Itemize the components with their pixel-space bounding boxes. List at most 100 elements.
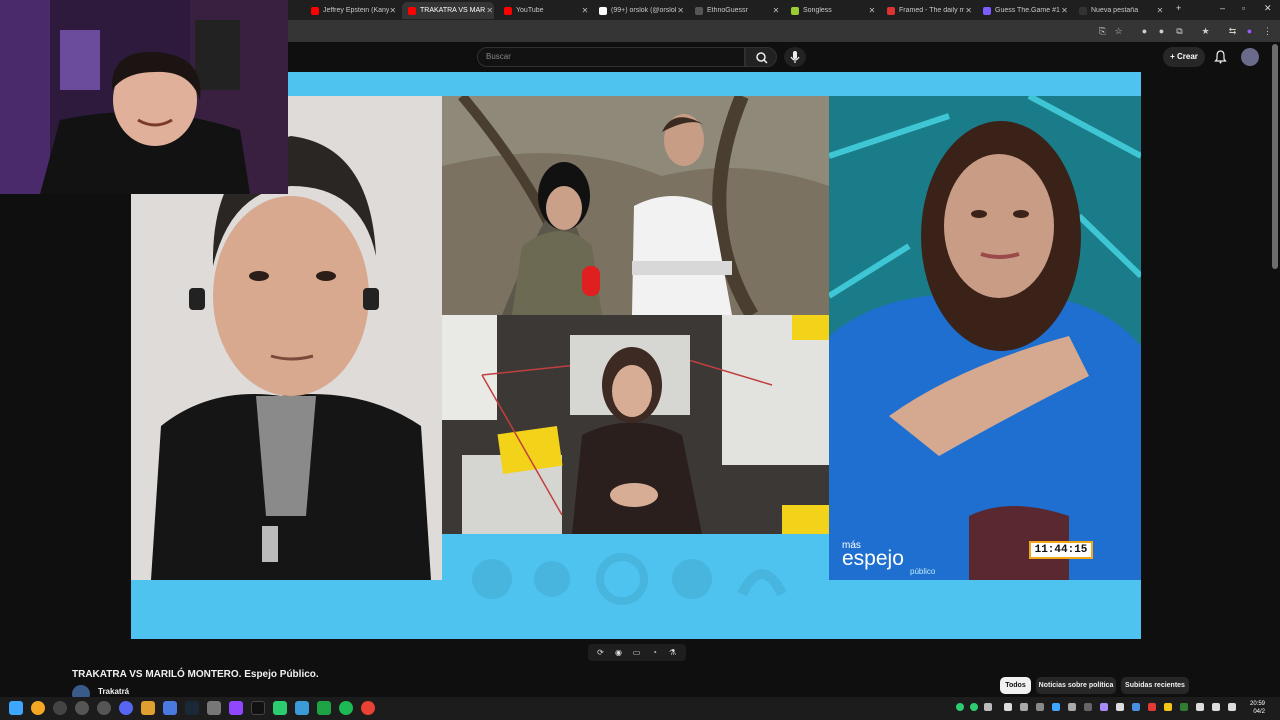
create-button[interactable]: + Crear [1163, 47, 1205, 67]
tray-icon[interactable] [1068, 703, 1076, 711]
browser-tab[interactable]: EthnoGuessr ✕ [689, 2, 781, 19]
extension-icon[interactable]: ● [1156, 26, 1167, 37]
app-icon[interactable] [163, 701, 177, 715]
close-window-icon[interactable]: ✕ [1264, 3, 1272, 14]
streamer-webcam [0, 0, 288, 194]
tray-icon[interactable] [1116, 703, 1124, 711]
tray-icon[interactable] [1164, 703, 1172, 711]
browser-tab[interactable]: Framed - The daily m…✕ [881, 2, 973, 19]
app-icon[interactable] [75, 701, 89, 715]
tab-favicon-icon [1079, 6, 1087, 15]
tab-favicon-icon [887, 6, 895, 15]
channel-name[interactable]: Trakatrá [98, 687, 129, 696]
tab-close-icon[interactable]: ✕ [676, 6, 685, 15]
app-icon[interactable] [119, 701, 133, 715]
lab-icon[interactable]: ⚗ [667, 647, 678, 658]
tiktok-icon[interactable] [251, 701, 265, 715]
browser-menu-icon[interactable]: ⋮ [1262, 26, 1273, 37]
app-icon[interactable] [317, 701, 331, 715]
browser-tab[interactable]: Guess The.Game #136✕ [977, 2, 1069, 19]
app-icon[interactable] [273, 701, 287, 715]
browser-tab[interactable]: YouTube ✕ [498, 2, 590, 19]
miniplayer-icon[interactable]: ▭ [631, 647, 642, 658]
tray-icon[interactable] [970, 703, 978, 711]
tab-close-icon[interactable]: ✕ [485, 6, 494, 15]
broadcast-clock: 11:44:15 [1029, 541, 1093, 559]
tray-icon[interactable] [1180, 703, 1188, 711]
page-scrollbar[interactable] [1272, 44, 1278, 269]
new-tab-icon[interactable]: + [1176, 3, 1181, 13]
speed-icon[interactable]: ◔ [649, 647, 660, 658]
tray-icon[interactable] [1004, 703, 1012, 711]
search-taskbar-icon[interactable] [31, 701, 45, 715]
reporter-scene [442, 96, 829, 315]
tray-icon[interactable] [1148, 703, 1156, 711]
extension-icon[interactable]: ● [1139, 26, 1150, 37]
tab-close-icon[interactable]: ✕ [771, 6, 781, 15]
app-icon[interactable] [229, 701, 243, 715]
tray-icon[interactable] [956, 703, 964, 711]
browser-tab[interactable]: TRAKATRA VS MARILÓ✕ [402, 2, 494, 19]
tab-label: Nueva pestaña [1091, 7, 1139, 14]
app-icon[interactable] [207, 701, 221, 715]
profile-icon[interactable]: ● [1244, 26, 1255, 37]
tray-icon[interactable] [1132, 703, 1140, 711]
search-button[interactable] [745, 47, 777, 67]
sidepanel-icon[interactable]: ⇆ [1227, 26, 1238, 37]
bookmarks-icon[interactable]: ★ [1200, 26, 1211, 37]
loop-icon[interactable]: ⟳ [595, 647, 606, 658]
browser-tab[interactable]: Jeffrey Epstein (Kanye…✕ [305, 2, 397, 19]
browser-tab[interactable]: Songless ✕ [785, 2, 877, 19]
tab-close-icon[interactable]: ✕ [1155, 6, 1165, 15]
app-icon[interactable] [141, 701, 155, 715]
app-icon[interactable] [97, 701, 111, 715]
taskbar-clock[interactable]: 20:59 04/2 [1250, 700, 1265, 716]
tab-favicon-icon [504, 6, 512, 15]
volume-icon[interactable] [1212, 703, 1220, 711]
minimize-icon[interactable]: – [1220, 3, 1225, 13]
tray-icon[interactable] [1020, 703, 1028, 711]
wifi-icon[interactable] [1196, 703, 1204, 711]
tab-favicon-icon [695, 6, 703, 15]
browser-tab[interactable]: Nueva pestaña ✕ [1073, 2, 1165, 19]
presenter-figure [829, 96, 1141, 580]
maximize-icon[interactable]: ▫ [1242, 3, 1245, 13]
browser-tab[interactable]: (99+) orslok (@orslok…✕ [593, 2, 685, 19]
chip-politics-news[interactable]: Noticias sobre política [1036, 677, 1116, 694]
tab-favicon-icon [408, 6, 416, 15]
extensions-puzzle-icon[interactable]: ⧉ [1174, 26, 1185, 37]
tray-icon[interactable] [1036, 703, 1044, 711]
app-icon[interactable] [53, 701, 67, 715]
decorative-shapes [472, 553, 787, 605]
tray-icon[interactable] [1100, 703, 1108, 711]
chip-all[interactable]: Todos [1000, 677, 1031, 694]
voice-search-button[interactable] [784, 47, 806, 67]
app-icon[interactable] [295, 701, 309, 715]
spotify-icon[interactable] [339, 701, 353, 715]
search-input[interactable]: Buscar [477, 47, 745, 67]
tab-favicon-icon [311, 6, 319, 15]
channel-logo: más espejo público [842, 540, 935, 576]
mic-icon [790, 51, 800, 63]
tray-icon[interactable] [1084, 703, 1092, 711]
webcam-figure [0, 0, 288, 194]
chrome-icon[interactable] [361, 701, 375, 715]
chip-recent-uploads[interactable]: Subidas recientes [1121, 677, 1189, 694]
tab-close-icon[interactable]: ✕ [389, 6, 397, 15]
tab-close-icon[interactable]: ✕ [580, 6, 590, 15]
tab-close-icon[interactable]: ✕ [1060, 6, 1069, 15]
tray-icon[interactable] [1052, 703, 1060, 711]
ambient-icon[interactable]: ◉ [613, 647, 624, 658]
steam-icon[interactable] [185, 701, 199, 715]
windows-start-icon[interactable] [9, 701, 23, 715]
account-avatar[interactable] [1241, 48, 1259, 66]
bookmark-star-icon[interactable]: ☆ [1113, 26, 1124, 37]
tab-favicon-icon [599, 6, 607, 15]
install-app-icon[interactable]: ⎘ [1097, 26, 1108, 37]
notifications-bell-icon[interactable] [1214, 50, 1227, 64]
tray-icon[interactable] [984, 703, 992, 711]
battery-icon[interactable] [1228, 703, 1236, 711]
tab-label: Jeffrey Epstein (Kanye… [323, 7, 389, 14]
tab-close-icon[interactable]: ✕ [867, 6, 877, 15]
tab-close-icon[interactable]: ✕ [964, 6, 973, 15]
